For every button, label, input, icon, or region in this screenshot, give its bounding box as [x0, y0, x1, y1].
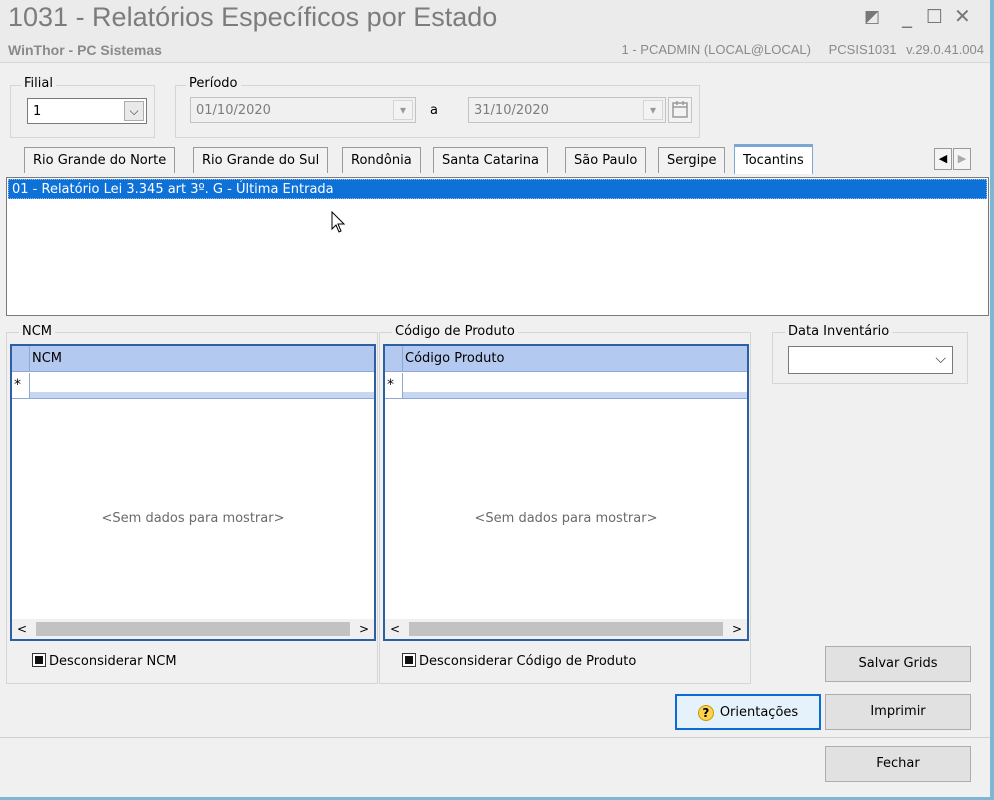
- periodo-start-value: 01/10/2020: [196, 103, 271, 118]
- state-tabs: Rio Grande do Norte Rio Grande do Sul Ro…: [10, 144, 830, 174]
- codigo-group-label: Código de Produto: [392, 324, 518, 339]
- data-inventario-label: Data Inventário: [785, 324, 893, 339]
- filial-label: Filial: [21, 76, 56, 91]
- scroll-right-icon[interactable]: >: [727, 620, 747, 638]
- tab-rio-grande-do-norte[interactable]: Rio Grande do Norte: [24, 147, 176, 173]
- content-panel: Filial 1 ⌵ Período 01/10/2020 ▾ a 31/10/…: [0, 62, 990, 797]
- scroll-right-icon[interactable]: >: [354, 620, 374, 638]
- ncm-empty-message: <Sem dados para mostrar>: [101, 511, 285, 526]
- periodo-end-field[interactable]: 31/10/2020 ▾: [468, 97, 666, 123]
- tab-tocantins[interactable]: Tocantins: [734, 144, 813, 174]
- ncm-scrollbar[interactable]: < >: [12, 619, 374, 639]
- separator-line: [0, 737, 990, 738]
- fechar-button[interactable]: Fechar: [825, 746, 971, 782]
- calendar-icon[interactable]: [668, 97, 692, 123]
- codigo-empty-message: <Sem dados para mostrar>: [474, 511, 658, 526]
- tab-prev-button[interactable]: ◀: [934, 148, 952, 170]
- new-row-marker: *: [12, 373, 30, 399]
- list-item[interactable]: 01 - Relatório Lei 3.345 art 3º. G - Últ…: [8, 179, 987, 199]
- codigo-column-header[interactable]: Código Produto: [405, 351, 504, 366]
- checkbox-icon[interactable]: [32, 653, 46, 667]
- codigo-new-row[interactable]: *: [385, 373, 747, 399]
- window-title: 1031 - Relatórios Específicos por Estado: [8, 2, 498, 32]
- tab-rondonia[interactable]: Rondônia: [342, 147, 421, 173]
- salvar-grids-button[interactable]: Salvar Grids: [825, 646, 971, 682]
- mouse-cursor-icon: [331, 210, 347, 239]
- minimize-icon[interactable]: _: [902, 4, 912, 28]
- tab-rio-grande-do-sul[interactable]: Rio Grande do Sul: [193, 147, 329, 173]
- version-info: v.29.0.41.004: [906, 42, 984, 57]
- periodo-separator: a: [430, 103, 438, 118]
- filial-group: Filial 1 ⌵: [10, 76, 155, 138]
- data-inventario-group: Data Inventário ⌵: [772, 324, 968, 384]
- desconsiderar-ncm-checkbox[interactable]: Desconsiderar NCM: [32, 653, 177, 669]
- desconsiderar-codigo-checkbox[interactable]: Desconsiderar Código de Produto: [402, 653, 636, 669]
- periodo-group: Período 01/10/2020 ▾ a 31/10/2020 ▾: [175, 76, 700, 138]
- chevron-down-icon[interactable]: ▾: [393, 100, 413, 120]
- desconsiderar-ncm-label: Desconsiderar NCM: [49, 654, 177, 669]
- chevron-down-icon[interactable]: ⌵: [124, 101, 144, 121]
- chevron-down-icon[interactable]: ▾: [643, 100, 663, 120]
- restore-icon[interactable]: ◩: [864, 7, 880, 27]
- scroll-thumb[interactable]: [36, 622, 350, 636]
- codigo-grid[interactable]: Código Produto * <Sem dados para mostrar…: [383, 344, 749, 641]
- periodo-label: Período: [186, 76, 241, 91]
- maximize-icon[interactable]: ☐: [926, 6, 943, 28]
- ncm-group-label: NCM: [19, 324, 56, 339]
- user-info: 1 - PCADMIN (LOCAL@LOCAL): [621, 42, 811, 57]
- tab-sao-paulo[interactable]: São Paulo: [565, 147, 647, 173]
- main-window: 1031 - Relatórios Específicos por Estado…: [0, 0, 990, 797]
- ncm-new-row[interactable]: *: [12, 373, 374, 399]
- scroll-left-icon[interactable]: <: [385, 620, 405, 638]
- orientacoes-button[interactable]: ? Orientações: [675, 694, 821, 730]
- scroll-thumb[interactable]: [409, 622, 723, 636]
- chevron-down-icon[interactable]: ⌵: [935, 351, 946, 367]
- row-indicator-header: [385, 346, 403, 372]
- codigo-grid-header: Código Produto: [385, 346, 747, 372]
- filial-value: 1: [33, 104, 42, 119]
- codigo-scrollbar[interactable]: < >: [385, 619, 747, 639]
- row-indicator-header: [12, 346, 30, 372]
- tab-sergipe[interactable]: Sergipe: [658, 147, 726, 173]
- report-list[interactable]: 01 - Relatório Lei 3.345 art 3º. G - Últ…: [6, 177, 989, 316]
- session-info: 1 - PCADMIN (LOCAL@LOCAL) PCSIS1031 v.29…: [608, 42, 984, 57]
- ncm-grid-header: NCM: [12, 346, 374, 372]
- checkbox-icon[interactable]: [402, 653, 416, 667]
- periodo-start-field[interactable]: 01/10/2020 ▾: [190, 97, 416, 123]
- periodo-end-value: 31/10/2020: [474, 103, 549, 118]
- window-subtitle: WinThor - PC Sistemas: [8, 42, 162, 58]
- orientacoes-label: Orientações: [719, 705, 799, 720]
- new-row-marker: *: [385, 373, 403, 399]
- title-bar: 1031 - Relatórios Específicos por Estado…: [0, 0, 990, 62]
- data-inventario-select[interactable]: ⌵: [788, 346, 953, 374]
- row-highlight: [403, 392, 747, 398]
- ncm-grid[interactable]: NCM * <Sem dados para mostrar> < >: [10, 344, 376, 641]
- help-icon: ?: [697, 705, 714, 721]
- program-code: PCSIS1031: [828, 42, 897, 57]
- tab-next-button[interactable]: ▶: [953, 148, 971, 170]
- close-icon[interactable]: ✕: [954, 4, 971, 28]
- imprimir-button[interactable]: Imprimir: [825, 694, 971, 730]
- tab-santa-catarina[interactable]: Santa Catarina: [433, 147, 548, 173]
- scroll-left-icon[interactable]: <: [12, 620, 32, 638]
- desconsiderar-codigo-label: Desconsiderar Código de Produto: [419, 654, 637, 669]
- ncm-column-header[interactable]: NCM: [32, 351, 62, 366]
- row-highlight: [30, 392, 374, 398]
- filial-select[interactable]: 1 ⌵: [27, 98, 147, 124]
